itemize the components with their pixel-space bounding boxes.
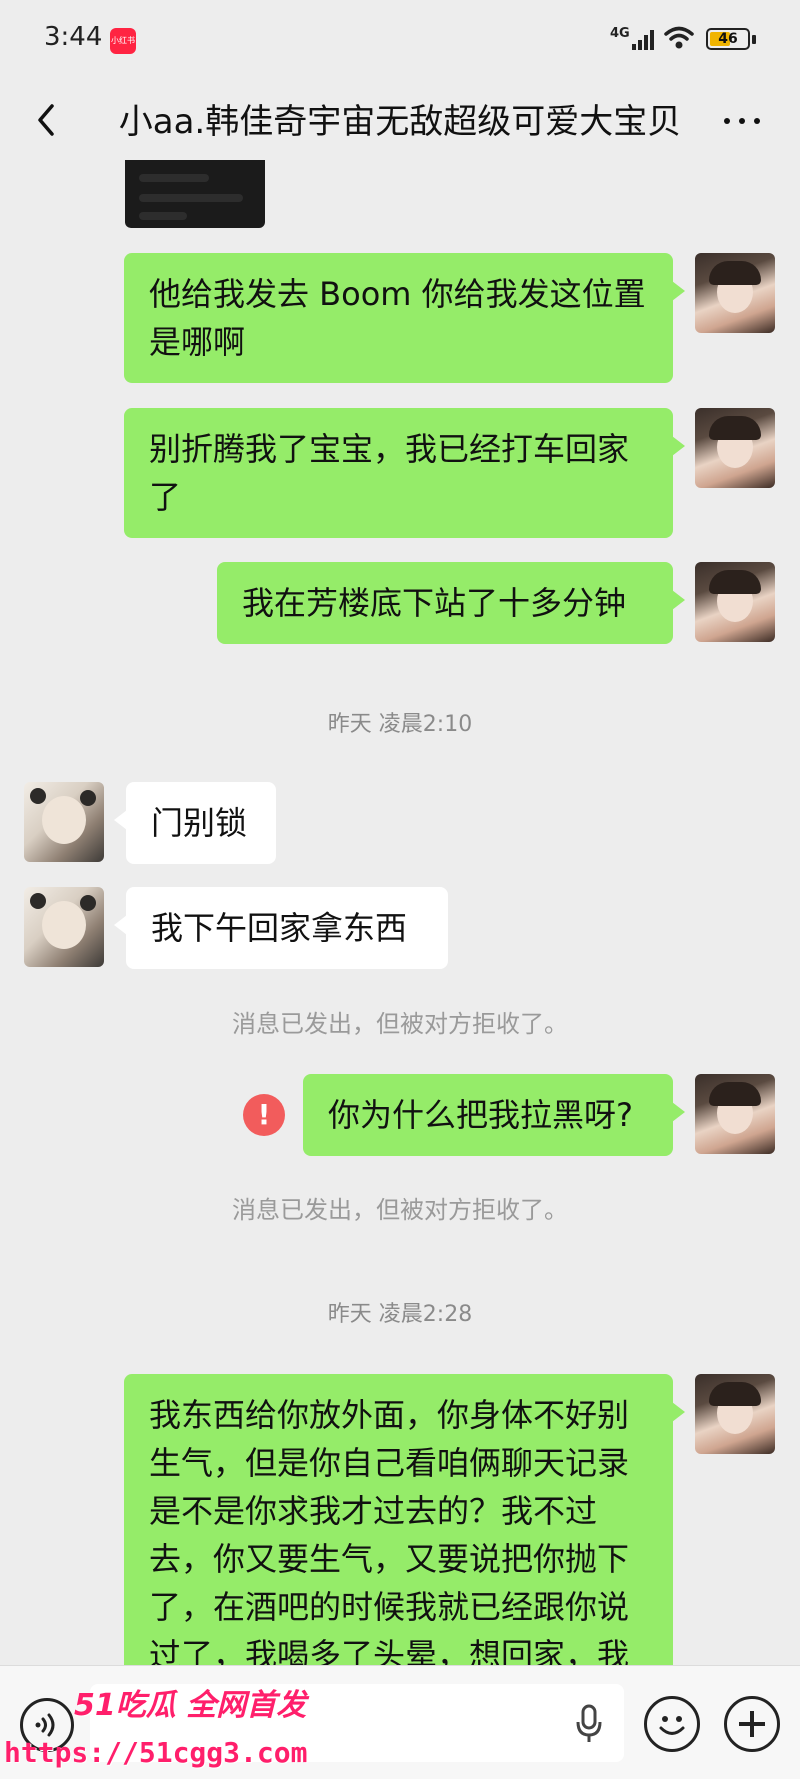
app-notification-icon: 小红书 <box>110 28 136 54</box>
message-bubble-sent[interactable]: 别折腾我了宝宝，我已经打车回家了 <box>124 408 685 538</box>
message-bubble-sent[interactable]: 我在芳楼底下站了十多分钟 <box>217 562 685 644</box>
avatar-contact[interactable] <box>24 887 104 967</box>
emoji-icon[interactable] <box>644 1696 700 1752</box>
watermark-brand: 51吃瓜 全网首发 <box>74 1688 307 1723</box>
more-dots-icon[interactable] <box>722 112 762 128</box>
chat-header: 小aa.韩佳奇宇宙无敌超级可爱大宝贝 <box>0 80 800 160</box>
battery-level: 46 <box>718 31 738 47</box>
message-bubble-sent[interactable]: 我东西给你放外面，你身体不好别生气，但是你自己看咱俩聊天记录是不是你求我才过去的… <box>124 1374 685 1665</box>
message-bubble-received[interactable]: 门别锁 <box>114 782 276 864</box>
battery-icon: 46 <box>706 28 750 50</box>
chevron-left-icon[interactable] <box>28 100 68 140</box>
avatar-self[interactable] <box>695 562 775 642</box>
avatar-self[interactable] <box>695 1074 775 1154</box>
plus-icon[interactable] <box>724 1696 780 1752</box>
watermark-url: https://51cgg3.com <box>4 1736 308 1769</box>
message-bubble-received[interactable]: 我下午回家拿东西 <box>114 887 448 969</box>
wifi-icon <box>664 26 694 49</box>
signal-icon <box>632 30 654 50</box>
avatar-self[interactable] <box>695 408 775 488</box>
system-notice: 消息已发出，但被对方拒收了。 <box>232 1010 568 1038</box>
network-type: 4G <box>610 26 630 41</box>
system-notice: 消息已发出，但被对方拒收了。 <box>232 1196 568 1224</box>
avatar-self[interactable] <box>695 253 775 333</box>
timestamp-divider: 昨天 凌晨2:28 <box>327 1302 473 1327</box>
send-failed-icon[interactable]: ! <box>243 1094 285 1136</box>
avatar-self[interactable] <box>695 1374 775 1454</box>
timestamp-divider: 昨天 凌晨2:10 <box>327 712 473 737</box>
message-list[interactable]: 他给我发去 Boom 你给我发这位置是哪啊 别折腾我了宝宝，我已经打车回家了 我… <box>0 160 800 1665</box>
status-time: 3:44 <box>44 22 103 52</box>
avatar-contact[interactable] <box>24 782 104 862</box>
mic-icon[interactable] <box>574 1704 604 1744</box>
image-message[interactable] <box>125 160 265 228</box>
chat-title: 小aa.韩佳奇宇宙无敌超级可爱大宝贝 <box>118 102 682 142</box>
status-bar: 3:44 小红书 4G 46 <box>0 0 800 80</box>
message-bubble-sent[interactable]: 他给我发去 Boom 你给我发这位置是哪啊 <box>124 253 685 383</box>
message-bubble-sent[interactable]: 你为什么把我拉黑呀? <box>303 1074 685 1156</box>
